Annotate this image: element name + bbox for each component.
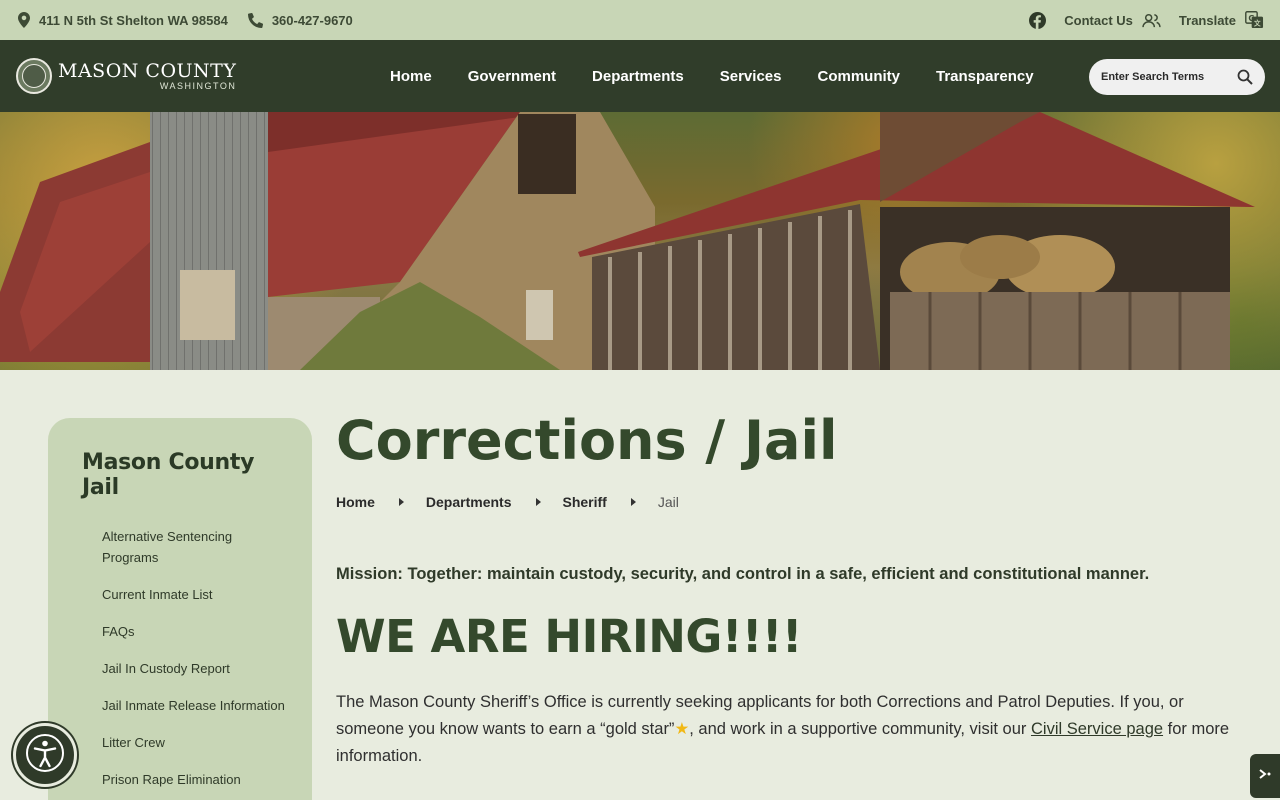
logo-main: MASON COUNTY [58, 59, 237, 82]
breadcrumb-jail: Jail [657, 494, 679, 510]
sidebar-item-prison-rape-elimination[interactable]: Prison Rape Elimination [102, 769, 288, 790]
main-content: Corrections / Jail Home Departments Sher… [336, 414, 1246, 770]
hiring-heading: WE ARE HIRING!!!! [336, 610, 802, 663]
sidebar-item-litter-crew[interactable]: Litter Crew [102, 732, 288, 753]
nav-home[interactable]: Home [372, 68, 450, 85]
nav-community[interactable]: Community [799, 68, 918, 85]
accessibility-button[interactable] [13, 723, 77, 787]
nav-government[interactable]: Government [450, 68, 574, 85]
people-icon [1142, 13, 1161, 28]
sidebar-list: Alternative Sentencing Programs Current … [82, 526, 288, 790]
barn-illustration [0, 112, 1255, 370]
search-box [1089, 59, 1265, 95]
search-icon[interactable] [1237, 69, 1253, 85]
para-text-2: , and work in a supportive community, vi… [689, 720, 1031, 738]
caret-right-icon [630, 498, 636, 506]
breadcrumb: Home Departments Sheriff Jail [336, 494, 1246, 510]
star-icon: ★ [674, 720, 690, 738]
breadcrumb-departments[interactable]: Departments [426, 494, 512, 510]
nav-services[interactable]: Services [702, 68, 800, 85]
utility-left: 411 N 5th St Shelton WA 98584 360-427-96… [18, 12, 373, 28]
map-pin-icon [18, 12, 30, 28]
caret-right-icon [398, 498, 404, 506]
sidebar-item-jail-inmate-release[interactable]: Jail Inmate Release Information [102, 695, 288, 716]
nav-transparency[interactable]: Transparency [918, 68, 1052, 85]
county-seal [16, 58, 52, 94]
sidebar-item-faqs[interactable]: FAQs [102, 621, 288, 642]
main-nav: Home Government Departments Services Com… [372, 40, 1052, 112]
site-header: MASON COUNTY WASHINGTON Home Government … [0, 40, 1280, 112]
hiring-paragraph: The Mason County Sheriff’s Office is cur… [336, 689, 1241, 770]
hero-banner-image [0, 112, 1280, 370]
expand-panel-button[interactable] [1250, 754, 1280, 798]
civil-service-link[interactable]: Civil Service page [1031, 720, 1163, 738]
logo-sub: WASHINGTON [159, 80, 237, 91]
translate-link[interactable]: Translate G文 [1179, 11, 1264, 29]
svg-text:文: 文 [1254, 19, 1261, 28]
translate-label: Translate [1178, 12, 1236, 28]
utility-bar: 411 N 5th St Shelton WA 98584 360-427-96… [0, 0, 1280, 40]
phone[interactable]: 360-427-9670 [247, 12, 353, 28]
caret-right-icon [535, 498, 541, 506]
facebook-icon[interactable] [1029, 11, 1047, 29]
page-title: Corrections / Jail [336, 409, 838, 472]
sidebar-title: Mason County Jail [82, 450, 255, 500]
phone-icon [247, 12, 263, 28]
sidebar-item-current-inmate-list[interactable]: Current Inmate List [102, 584, 288, 605]
nav-departments[interactable]: Departments [574, 68, 702, 85]
accessibility-icon [25, 733, 65, 778]
expand-arrow-icon [1258, 767, 1272, 786]
address-text: 411 N 5th St Shelton WA 98584 [39, 12, 228, 28]
utility-right: Contact Us Translate G文 [1011, 11, 1264, 29]
search-input[interactable] [1101, 71, 1231, 83]
mission-statement: Mission: Together: maintain custody, sec… [336, 565, 1150, 583]
sidebar-item-jail-in-custody-report[interactable]: Jail In Custody Report [102, 658, 288, 679]
logo-text: MASON COUNTY WASHINGTON [58, 59, 237, 91]
page-content: Mason County Jail Alternative Sentencing… [0, 370, 1280, 800]
site-logo[interactable]: MASON COUNTY WASHINGTON [16, 58, 236, 94]
address[interactable]: 411 N 5th St Shelton WA 98584 [18, 12, 228, 28]
section-sidebar: Mason County Jail Alternative Sentencing… [48, 418, 312, 800]
translate-icon: G文 [1245, 11, 1264, 29]
breadcrumb-sheriff[interactable]: Sheriff [563, 494, 607, 510]
contact-us-label: Contact Us [1064, 12, 1133, 28]
contact-us-link[interactable]: Contact Us [1064, 13, 1161, 28]
phone-text: 360-427-9670 [271, 12, 353, 28]
breadcrumb-home[interactable]: Home [336, 494, 375, 510]
sidebar-item-alternative-sentencing[interactable]: Alternative Sentencing Programs [102, 526, 288, 568]
